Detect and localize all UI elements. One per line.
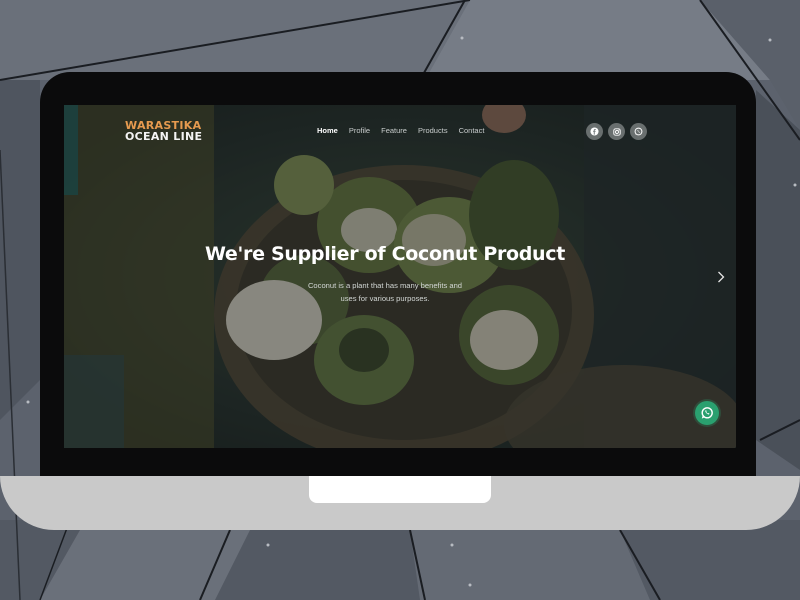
brand-line-2: OCEAN LINE bbox=[125, 129, 203, 143]
social-links bbox=[586, 123, 647, 140]
instagram-icon[interactable] bbox=[608, 123, 625, 140]
whatsapp-icon[interactable] bbox=[630, 123, 647, 140]
chevron-right-icon[interactable] bbox=[714, 269, 728, 285]
hero-subtitle-line-1: Coconut is a plant that has many benefit… bbox=[307, 281, 463, 290]
facebook-icon[interactable] bbox=[586, 123, 603, 140]
hero-overlay bbox=[64, 105, 736, 448]
nav-item-products[interactable]: Products bbox=[418, 126, 448, 135]
hero-subtitle-line-2: uses for various purposes. bbox=[340, 293, 430, 303]
whatsapp-chat-button[interactable] bbox=[695, 401, 719, 425]
main-nav: Home Profile Feature Products Contact bbox=[317, 126, 484, 135]
nav-item-profile[interactable]: Profile bbox=[349, 126, 370, 135]
hero-subtitle: Coconut is a plant that has many benefit… bbox=[300, 280, 470, 305]
whatsapp-icon bbox=[701, 407, 713, 419]
laptop-screen: WARASTIKA OCEAN LINE Home Profile Featur… bbox=[64, 105, 736, 448]
laptop-notch bbox=[309, 476, 491, 503]
brand-logo[interactable]: WARASTIKA OCEAN LINE bbox=[125, 120, 203, 143]
nav-item-feature[interactable]: Feature bbox=[381, 126, 407, 135]
hero-title: We're Supplier of Coconut Product bbox=[204, 243, 566, 265]
nav-item-home[interactable]: Home bbox=[317, 126, 338, 135]
nav-item-contact[interactable]: Contact bbox=[459, 126, 485, 135]
